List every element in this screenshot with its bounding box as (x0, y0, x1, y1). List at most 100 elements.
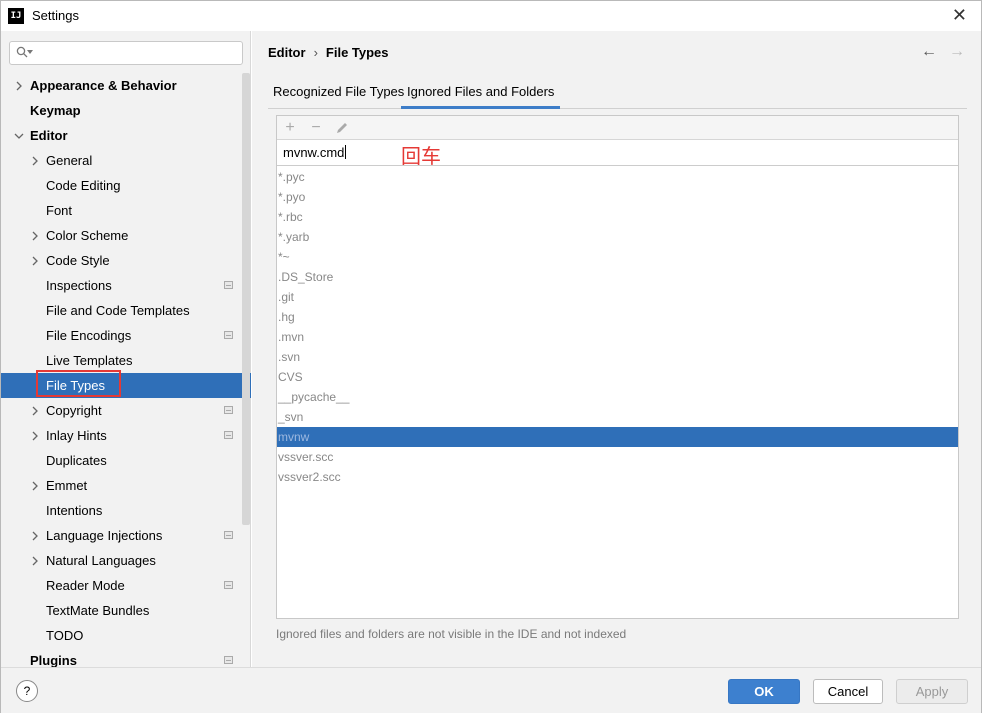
sidebar-item-editor[interactable]: Editor (1, 123, 241, 148)
project-scope-icon (224, 656, 233, 664)
sidebar-item-appearance-behavior[interactable]: Appearance & Behavior (1, 73, 241, 98)
sidebar-item-label: Font (46, 203, 73, 218)
sidebar-item-duplicates[interactable]: Duplicates (1, 448, 241, 473)
sidebar-item-file-types[interactable]: File Types (1, 373, 251, 398)
dialog-footer: ? OK Cancel Apply (1, 667, 981, 713)
sidebar-item-label: Code Style (46, 253, 110, 268)
chevron-right-icon[interactable] (30, 406, 40, 416)
annotation-label: 回车 (401, 144, 441, 168)
list-item[interactable]: CVS (277, 367, 958, 387)
list-item[interactable]: *.yarb (277, 227, 958, 247)
sidebar-item-todo[interactable]: TODO (1, 623, 241, 648)
forward-arrow-icon[interactable]: → (949, 43, 965, 61)
sidebar-item-reader-mode[interactable]: Reader Mode (1, 573, 241, 598)
sidebar-item-label: Live Templates (46, 353, 133, 368)
edit-pencil-icon[interactable] (332, 118, 352, 138)
sidebar-item-label: Appearance & Behavior (30, 78, 177, 93)
chevron-right-icon[interactable] (14, 81, 24, 91)
chevron-right-icon[interactable] (30, 156, 40, 166)
list-item[interactable]: mvnw (277, 427, 958, 447)
sidebar-item-label: File and Code Templates (46, 303, 190, 318)
chevron-right-icon[interactable] (30, 431, 40, 441)
pattern-edit-value[interactable]: mvnw.cmd (283, 145, 347, 160)
breadcrumb-current: File Types (325, 45, 389, 60)
list-item[interactable]: _svn (277, 407, 958, 427)
chevron-right-icon[interactable] (30, 556, 40, 566)
ok-button[interactable]: OK (728, 679, 800, 704)
sidebar-item-intentions[interactable]: Intentions (1, 498, 241, 523)
sidebar-item-label: Intentions (46, 503, 103, 518)
sidebar-item-file-encodings[interactable]: File Encodings (1, 323, 241, 348)
project-scope-icon (224, 531, 233, 539)
pattern-edit-text: mvnw.cmd (283, 145, 345, 160)
sidebar-item-label: Code Editing (46, 178, 121, 193)
search-input[interactable] (9, 41, 243, 65)
apply-button[interactable]: Apply (896, 679, 968, 704)
breadcrumb-parent[interactable]: Editor (268, 45, 306, 60)
sidebar-item-natural-languages[interactable]: Natural Languages (1, 548, 241, 573)
pattern-edit-field[interactable]: mvnw.cmd 回车 (277, 141, 958, 168)
list-item[interactable]: vssver2.scc (277, 467, 958, 487)
list-item[interactable]: .git (277, 287, 958, 307)
chevron-right-icon[interactable] (30, 481, 40, 491)
list-item[interactable]: .mvn (277, 327, 958, 347)
project-scope-icon (224, 431, 233, 439)
search-options-chevron-icon[interactable] (27, 50, 33, 55)
list-item[interactable]: vssver.scc (277, 447, 958, 467)
chevron-right-icon[interactable] (30, 531, 40, 541)
help-icon[interactable]: ? (16, 680, 38, 702)
sidebar-item-inlay-hints[interactable]: Inlay Hints (1, 423, 241, 448)
list-item[interactable]: __pycache__ (277, 387, 958, 407)
sidebar-item-inspections[interactable]: Inspections (1, 273, 241, 298)
sidebar-item-emmet[interactable]: Emmet (1, 473, 241, 498)
sidebar-item-code-editing[interactable]: Code Editing (1, 173, 241, 198)
back-arrow-icon[interactable]: ← (921, 43, 937, 61)
list-item[interactable]: .hg (277, 307, 958, 327)
breadcrumb-separator: › (313, 45, 318, 60)
sidebar-item-language-injections[interactable]: Language Injections (1, 523, 241, 548)
project-scope-icon (224, 281, 233, 289)
sidebar-item-label: Color Scheme (46, 228, 129, 243)
sidebar-item-font[interactable]: Font (1, 198, 241, 223)
text-caret (345, 145, 347, 159)
sidebar-item-copyright[interactable]: Copyright (1, 398, 241, 423)
sidebar-item-file-and-code-templates[interactable]: File and Code Templates (1, 298, 241, 323)
sidebar-item-label: Natural Languages (46, 553, 156, 568)
sidebar-item-keymap[interactable]: Keymap (1, 98, 241, 123)
main-panel: Editor › File Types ← → Recognized File Typ… (252, 31, 981, 667)
sidebar-item-label: General (46, 153, 93, 168)
sidebar-item-live-templates[interactable]: Live Templates (1, 348, 241, 373)
breadcrumb: Editor › File Types (268, 45, 389, 60)
sidebar-item-label: Editor (30, 128, 68, 143)
sidebar-item-label: Language Injections (46, 528, 163, 543)
sidebar-item-label: Inlay Hints (46, 428, 107, 443)
cancel-button[interactable]: Cancel (813, 679, 883, 704)
sidebar-item-color-scheme[interactable]: Color Scheme (1, 223, 241, 248)
list-item[interactable]: .svn (277, 347, 958, 367)
project-scope-icon (224, 406, 233, 414)
sidebar-item-general[interactable]: General (1, 148, 241, 173)
window-title: Settings (32, 8, 79, 23)
sidebar-item-label: File Types (46, 378, 106, 393)
chevron-right-icon[interactable] (30, 256, 40, 266)
title-bar: IJ Settings ✕ (1, 1, 981, 31)
list-item[interactable]: *.pyc (277, 167, 958, 187)
hint-text: Ignored files and folders are not visibl… (276, 627, 627, 641)
sidebar-scrollbar[interactable] (242, 73, 250, 525)
list-item[interactable]: *.rbc (277, 207, 958, 227)
sidebar-item-label: TODO (46, 628, 84, 643)
sidebar-item-textmate-bundles[interactable]: TextMate Bundles (1, 598, 241, 623)
close-icon[interactable]: ✕ (952, 5, 967, 25)
sidebar-item-label: File Encodings (46, 328, 132, 343)
tab-ignored-files-and-folders[interactable]: Ignored Files and Folders (401, 81, 561, 109)
sidebar-item-code-style[interactable]: Code Style (1, 248, 241, 273)
list-item[interactable]: .DS_Store (277, 267, 958, 287)
intellij-logo-icon: IJ (8, 8, 24, 24)
list-item[interactable]: *~ (277, 247, 958, 267)
remove-icon[interactable]: − (306, 118, 326, 138)
chevron-right-icon[interactable] (30, 231, 40, 241)
chevron-down-icon[interactable] (14, 131, 24, 141)
tab-recognized-file-types[interactable]: Recognized File Types (273, 81, 404, 109)
list-item[interactable]: *.pyo (277, 187, 958, 207)
add-icon[interactable]: + (280, 118, 300, 138)
